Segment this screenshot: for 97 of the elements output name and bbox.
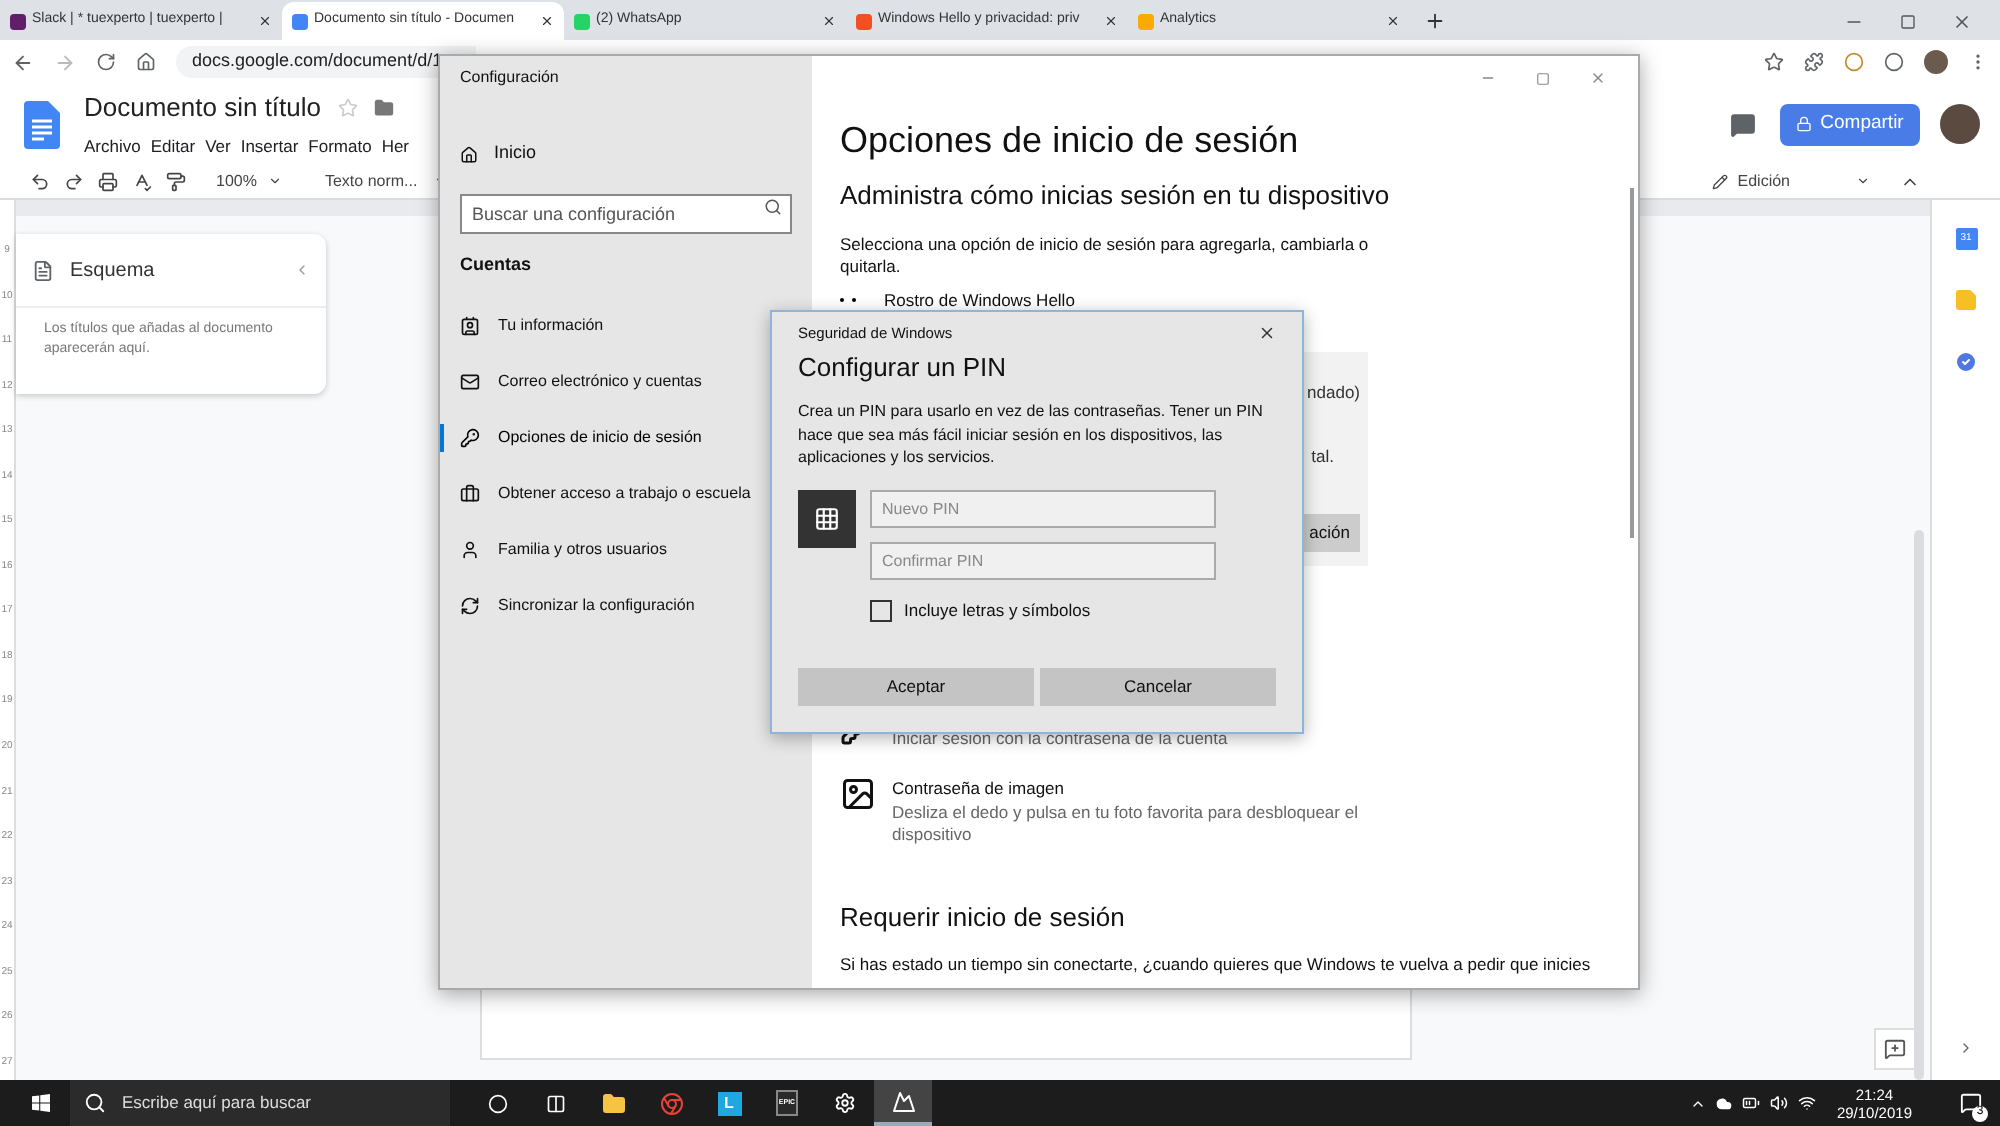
- info-icon: [460, 315, 480, 335]
- search-icon: [84, 1092, 106, 1114]
- lock-icon: [1796, 116, 1813, 132]
- dialog-button[interactable]: Cancelar: [1040, 667, 1276, 705]
- cloud-icon[interactable]: [1716, 1095, 1733, 1111]
- dialog-text: Crea un PIN para usarlo en vez de las contraseñas. Tener un PIN hace que sea más fácil iniciar sesión en los dispositivos, las aplicaciones y los servicios.: [798, 400, 1265, 470]
- section-heading: Requerir inicio de sesión: [840, 901, 1127, 933]
- redo-icon[interactable]: [64, 171, 84, 191]
- menu-item[interactable]: Ver: [205, 133, 231, 160]
- comments-icon[interactable]: [1730, 111, 1756, 137]
- page-heading: Opciones de inicio de sesión: [840, 118, 1301, 162]
- checkbox-label: Incluye letras y símbolos: [904, 597, 1091, 623]
- close-icon[interactable]: [822, 14, 836, 28]
- profile-avatar[interactable]: [1924, 50, 1948, 74]
- nav-item[interactable]: Opciones de inicio de sesión: [460, 409, 702, 465]
- close-icon[interactable]: [258, 14, 272, 28]
- work-icon: [460, 483, 480, 503]
- home-icon[interactable]: [136, 52, 156, 72]
- nav-item[interactable]: Sincronizar la configuración: [460, 577, 695, 633]
- active-app[interactable]: [874, 1080, 932, 1126]
- new-tab-icon[interactable]: [1424, 10, 1446, 32]
- browser-icon[interactable]: [659, 1091, 683, 1115]
- option-title[interactable]: Contraseña de imagen: [892, 775, 1432, 801]
- cortana-icon[interactable]: [487, 1093, 507, 1113]
- photos-icon: [891, 1089, 915, 1113]
- close-icon[interactable]: [540, 14, 554, 28]
- keypad-icon: [798, 489, 856, 548]
- nav-item[interactable]: Correo electrónico y cuentas: [460, 353, 702, 409]
- outline-icon: [32, 259, 54, 281]
- caret-icon: [1856, 174, 1870, 188]
- battery-icon[interactable]: [1742, 1094, 1761, 1112]
- paint-format-icon[interactable]: [166, 171, 186, 191]
- sync-icon: [460, 595, 480, 615]
- back-icon[interactable]: [12, 51, 34, 73]
- folder-icon[interactable]: [601, 1091, 625, 1115]
- extension-icon[interactable]: [1804, 52, 1824, 72]
- checkbox[interactable]: [870, 599, 892, 622]
- nav-item[interactable]: Familia y otros usuarios: [460, 521, 667, 577]
- home-link[interactable]: Inicio: [460, 140, 812, 168]
- option-text: ndado): [1307, 380, 1360, 406]
- maximize-icon[interactable]: [1900, 13, 1916, 29]
- star-icon[interactable]: [1764, 52, 1784, 72]
- mode-dropdown[interactable]: Edición: [1711, 169, 1870, 193]
- menu-item[interactable]: Insertar: [240, 133, 299, 160]
- close-icon[interactable]: [1386, 14, 1400, 28]
- menu-item[interactable]: Archivo: [84, 133, 141, 160]
- intro-text: Selecciona una opción de inicio de sesión para agregarla, cambiarla o quitarla.: [840, 234, 1371, 278]
- option-title[interactable]: Rostro de Windows Hello: [884, 287, 1075, 313]
- section-heading: Administra cómo inicias sesión en tu dispositivo: [840, 180, 1392, 212]
- url-text: docs.google.com/document/d/1: [192, 48, 443, 75]
- family-icon: [460, 539, 480, 559]
- dialog-title: Configurar un PIN: [798, 352, 1009, 385]
- menu-item[interactable]: Her: [381, 133, 410, 160]
- volume-icon[interactable]: [1770, 1094, 1789, 1112]
- require-text: Si has estado un tiempo sin conectarte, ¿cuando quieres que Windows te vuelva a pedir que inicies: [840, 953, 1593, 975]
- wifi-icon[interactable]: [1798, 1094, 1817, 1112]
- reload-icon[interactable]: [96, 52, 116, 72]
- settings-icon[interactable]: [834, 1092, 856, 1114]
- zoom-dropdown[interactable]: 100%: [216, 169, 283, 193]
- profile-avatar[interactable]: [1940, 104, 1980, 144]
- close-icon[interactable]: [1258, 324, 1276, 343]
- notification-icon: [1959, 1092, 1981, 1114]
- caret-icon: [268, 174, 283, 188]
- section-title: Cuentas: [460, 252, 534, 278]
- document-icon[interactable]: [24, 99, 60, 149]
- undo-icon[interactable]: [30, 171, 50, 191]
- option-text: tal.: [1311, 443, 1336, 469]
- pencil-icon: [1711, 173, 1728, 189]
- outline-title: Esquema: [70, 257, 157, 285]
- maximize-icon[interactable]: [1536, 71, 1550, 85]
- option-description: Desliza el dedo y pulsa en tu foto favorita para desbloquear el dispositivo: [892, 801, 1360, 845]
- folder-icon[interactable]: [373, 98, 394, 119]
- menu-item[interactable]: Editar: [150, 133, 196, 160]
- close-icon[interactable]: [1104, 14, 1118, 28]
- picture-icon: [840, 775, 876, 812]
- nav-item[interactable]: Tu información: [460, 297, 604, 353]
- expand-icon[interactable]: [1958, 1040, 1974, 1056]
- dialog-button[interactable]: Aceptar: [798, 667, 1034, 705]
- tasks-icon[interactable]: [1954, 350, 1978, 374]
- pin-field[interactable]: Nuevo PIN: [870, 489, 1216, 528]
- home-icon: [460, 145, 478, 163]
- search-field[interactable]: Buscar una configuración: [460, 194, 792, 234]
- start-icon[interactable]: [32, 1094, 50, 1112]
- task-view-icon[interactable]: [545, 1093, 565, 1113]
- mail-icon: [460, 371, 480, 391]
- print-icon[interactable]: [98, 171, 118, 191]
- document-title[interactable]: Documento sin título: [84, 88, 322, 128]
- add-comment-icon: [1884, 1038, 1906, 1060]
- share-button[interactable]: Compartir: [1780, 103, 1920, 145]
- taskbar-search[interactable]: Escribe aquí para buscar: [70, 1080, 450, 1126]
- menu-item[interactable]: Formato: [308, 133, 372, 160]
- nav-item[interactable]: Obtener acceso a trabajo o escuela: [460, 465, 751, 521]
- spellcheck-icon[interactable]: [132, 171, 152, 191]
- add-comment-button[interactable]: [1874, 1028, 1916, 1070]
- pin-field[interactable]: Confirmar PIN: [870, 541, 1216, 580]
- search-icon: [764, 198, 782, 216]
- close-icon[interactable]: [1952, 11, 1972, 31]
